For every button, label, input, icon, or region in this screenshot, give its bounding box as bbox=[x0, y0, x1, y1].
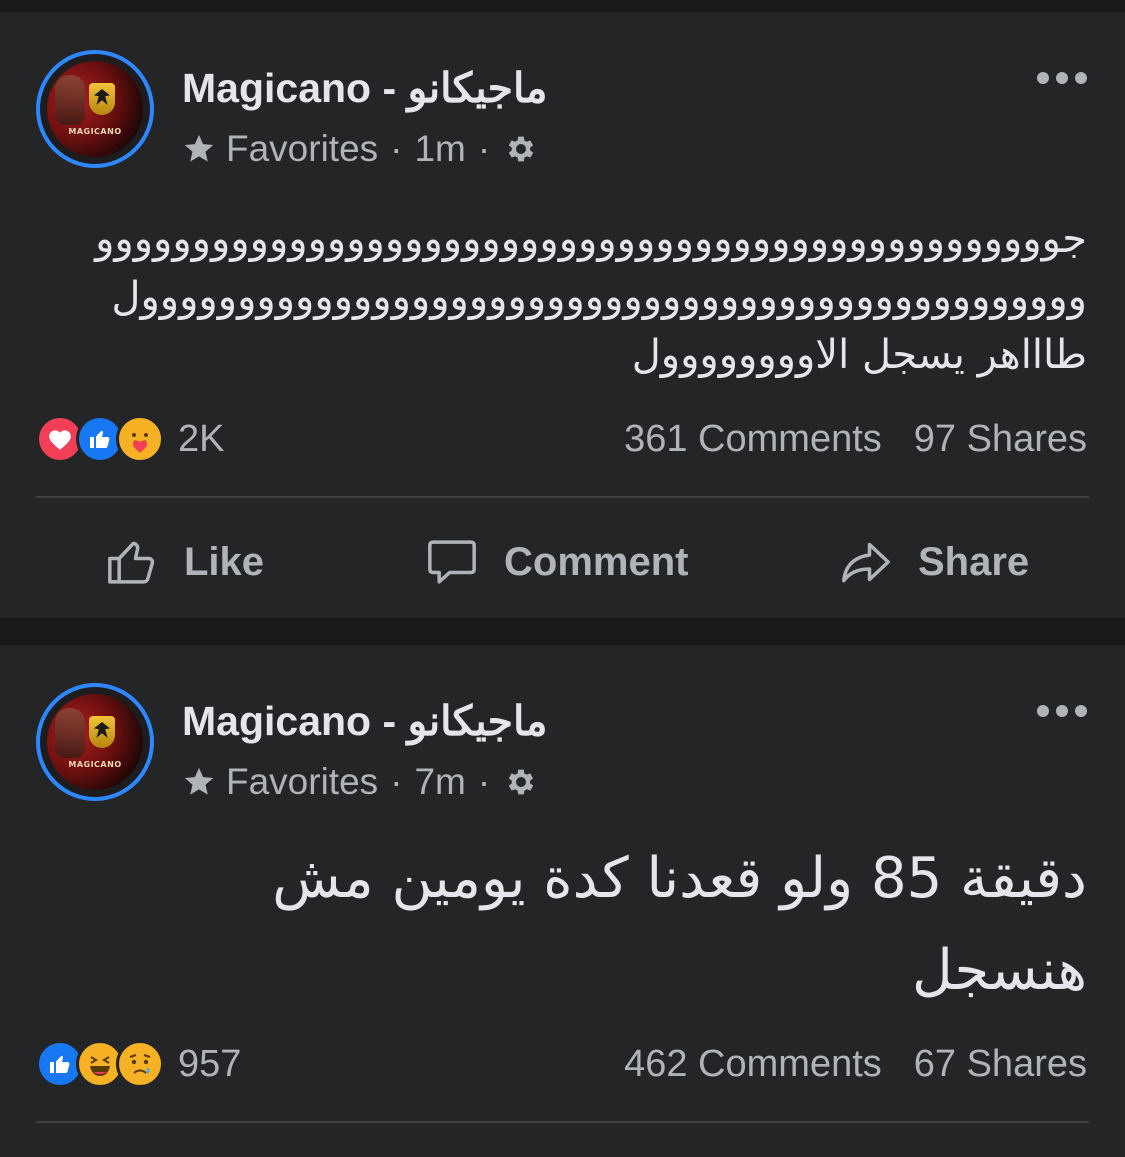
avatar-brand-text: MAGICANO bbox=[68, 760, 122, 769]
comment-button[interactable]: Comment bbox=[424, 522, 688, 602]
care-reaction-icon bbox=[116, 415, 164, 463]
post-meta: Favorites · 1m · bbox=[182, 126, 538, 172]
reaction-summary[interactable]: 2K bbox=[36, 414, 224, 464]
post-time[interactable]: 1m bbox=[414, 128, 465, 170]
top-separator bbox=[0, 0, 1125, 12]
post-time[interactable]: 7m bbox=[414, 761, 465, 803]
action-bar: Like Comment Share bbox=[0, 522, 1125, 602]
comment-count[interactable]: 462 Comments bbox=[624, 1043, 882, 1086]
author-name[interactable]: Magicano - ماجيكانو bbox=[182, 64, 547, 112]
reaction-count[interactable]: 957 bbox=[178, 1043, 241, 1086]
divider bbox=[36, 1121, 1089, 1123]
star-icon bbox=[184, 134, 214, 162]
avatar[interactable]: MAGICANO bbox=[36, 50, 154, 168]
like-label: Like bbox=[184, 539, 265, 584]
meta-separator: · bbox=[477, 128, 491, 169]
post-stats: 361 Comments 97 Shares bbox=[624, 414, 1087, 464]
gear-icon bbox=[509, 769, 534, 795]
share-count[interactable]: 97 Shares bbox=[914, 418, 1087, 461]
comment-bubble-icon bbox=[428, 540, 476, 584]
sad-reaction-icon bbox=[116, 1040, 164, 1088]
share-button[interactable]: Share bbox=[838, 522, 1029, 602]
post-text-line: وووووووووووووووووووووووووووووووووووووووو… bbox=[111, 274, 1087, 320]
share-count[interactable]: 67 Shares bbox=[914, 1043, 1087, 1086]
avatar[interactable]: MAGICANO bbox=[36, 683, 154, 801]
like-button[interactable]: Like bbox=[104, 522, 264, 602]
more-options-icon[interactable] bbox=[1037, 703, 1087, 719]
comment-label: Comment bbox=[504, 539, 689, 584]
comment-count[interactable]: 361 Comments bbox=[624, 418, 882, 461]
share-label: Share bbox=[918, 539, 1030, 584]
avatar-image: MAGICANO bbox=[47, 61, 143, 157]
meta-separator: · bbox=[390, 761, 403, 802]
author-name[interactable]: Magicano - ماجيكانو bbox=[182, 697, 547, 745]
reaction-summary[interactable]: 957 bbox=[36, 1039, 241, 1089]
more-options-icon[interactable] bbox=[1037, 70, 1087, 86]
divider bbox=[36, 496, 1089, 498]
post-stats: 462 Comments 67 Shares bbox=[624, 1039, 1087, 1089]
meta-separator: · bbox=[477, 761, 491, 802]
thumbs-up-icon bbox=[108, 541, 155, 584]
post-card: MAGICANO Magicano - ماجيكانو Favorites ·… bbox=[0, 12, 1125, 618]
audience-label[interactable]: Favorites bbox=[226, 761, 378, 803]
post-card: MAGICANO Magicano - ماجيكانو Favorites ·… bbox=[0, 645, 1125, 1157]
star-icon bbox=[184, 767, 214, 795]
post-text: دقيقة 85 ولو قعدنا كدة يومين مش هنسجل bbox=[272, 846, 1087, 1003]
gear-icon bbox=[509, 136, 534, 162]
avatar-image: MAGICANO bbox=[47, 694, 143, 790]
post-meta: Favorites · 7m · bbox=[182, 759, 538, 805]
post-text-line: جووووووووووووووووووووووووووووووووووووووو… bbox=[95, 216, 1087, 262]
avatar-brand-text: MAGICANO bbox=[68, 127, 122, 136]
meta-separator: · bbox=[390, 128, 403, 169]
share-arrow-icon bbox=[842, 542, 890, 583]
reaction-count[interactable]: 2K bbox=[178, 418, 224, 461]
audience-label[interactable]: Favorites bbox=[226, 128, 378, 170]
post-text-line: طاااهر يسجل الاوووووووول bbox=[631, 332, 1087, 378]
post-text: جووووووووووووووووووووووووووووووووووووووو… bbox=[27, 210, 1087, 384]
